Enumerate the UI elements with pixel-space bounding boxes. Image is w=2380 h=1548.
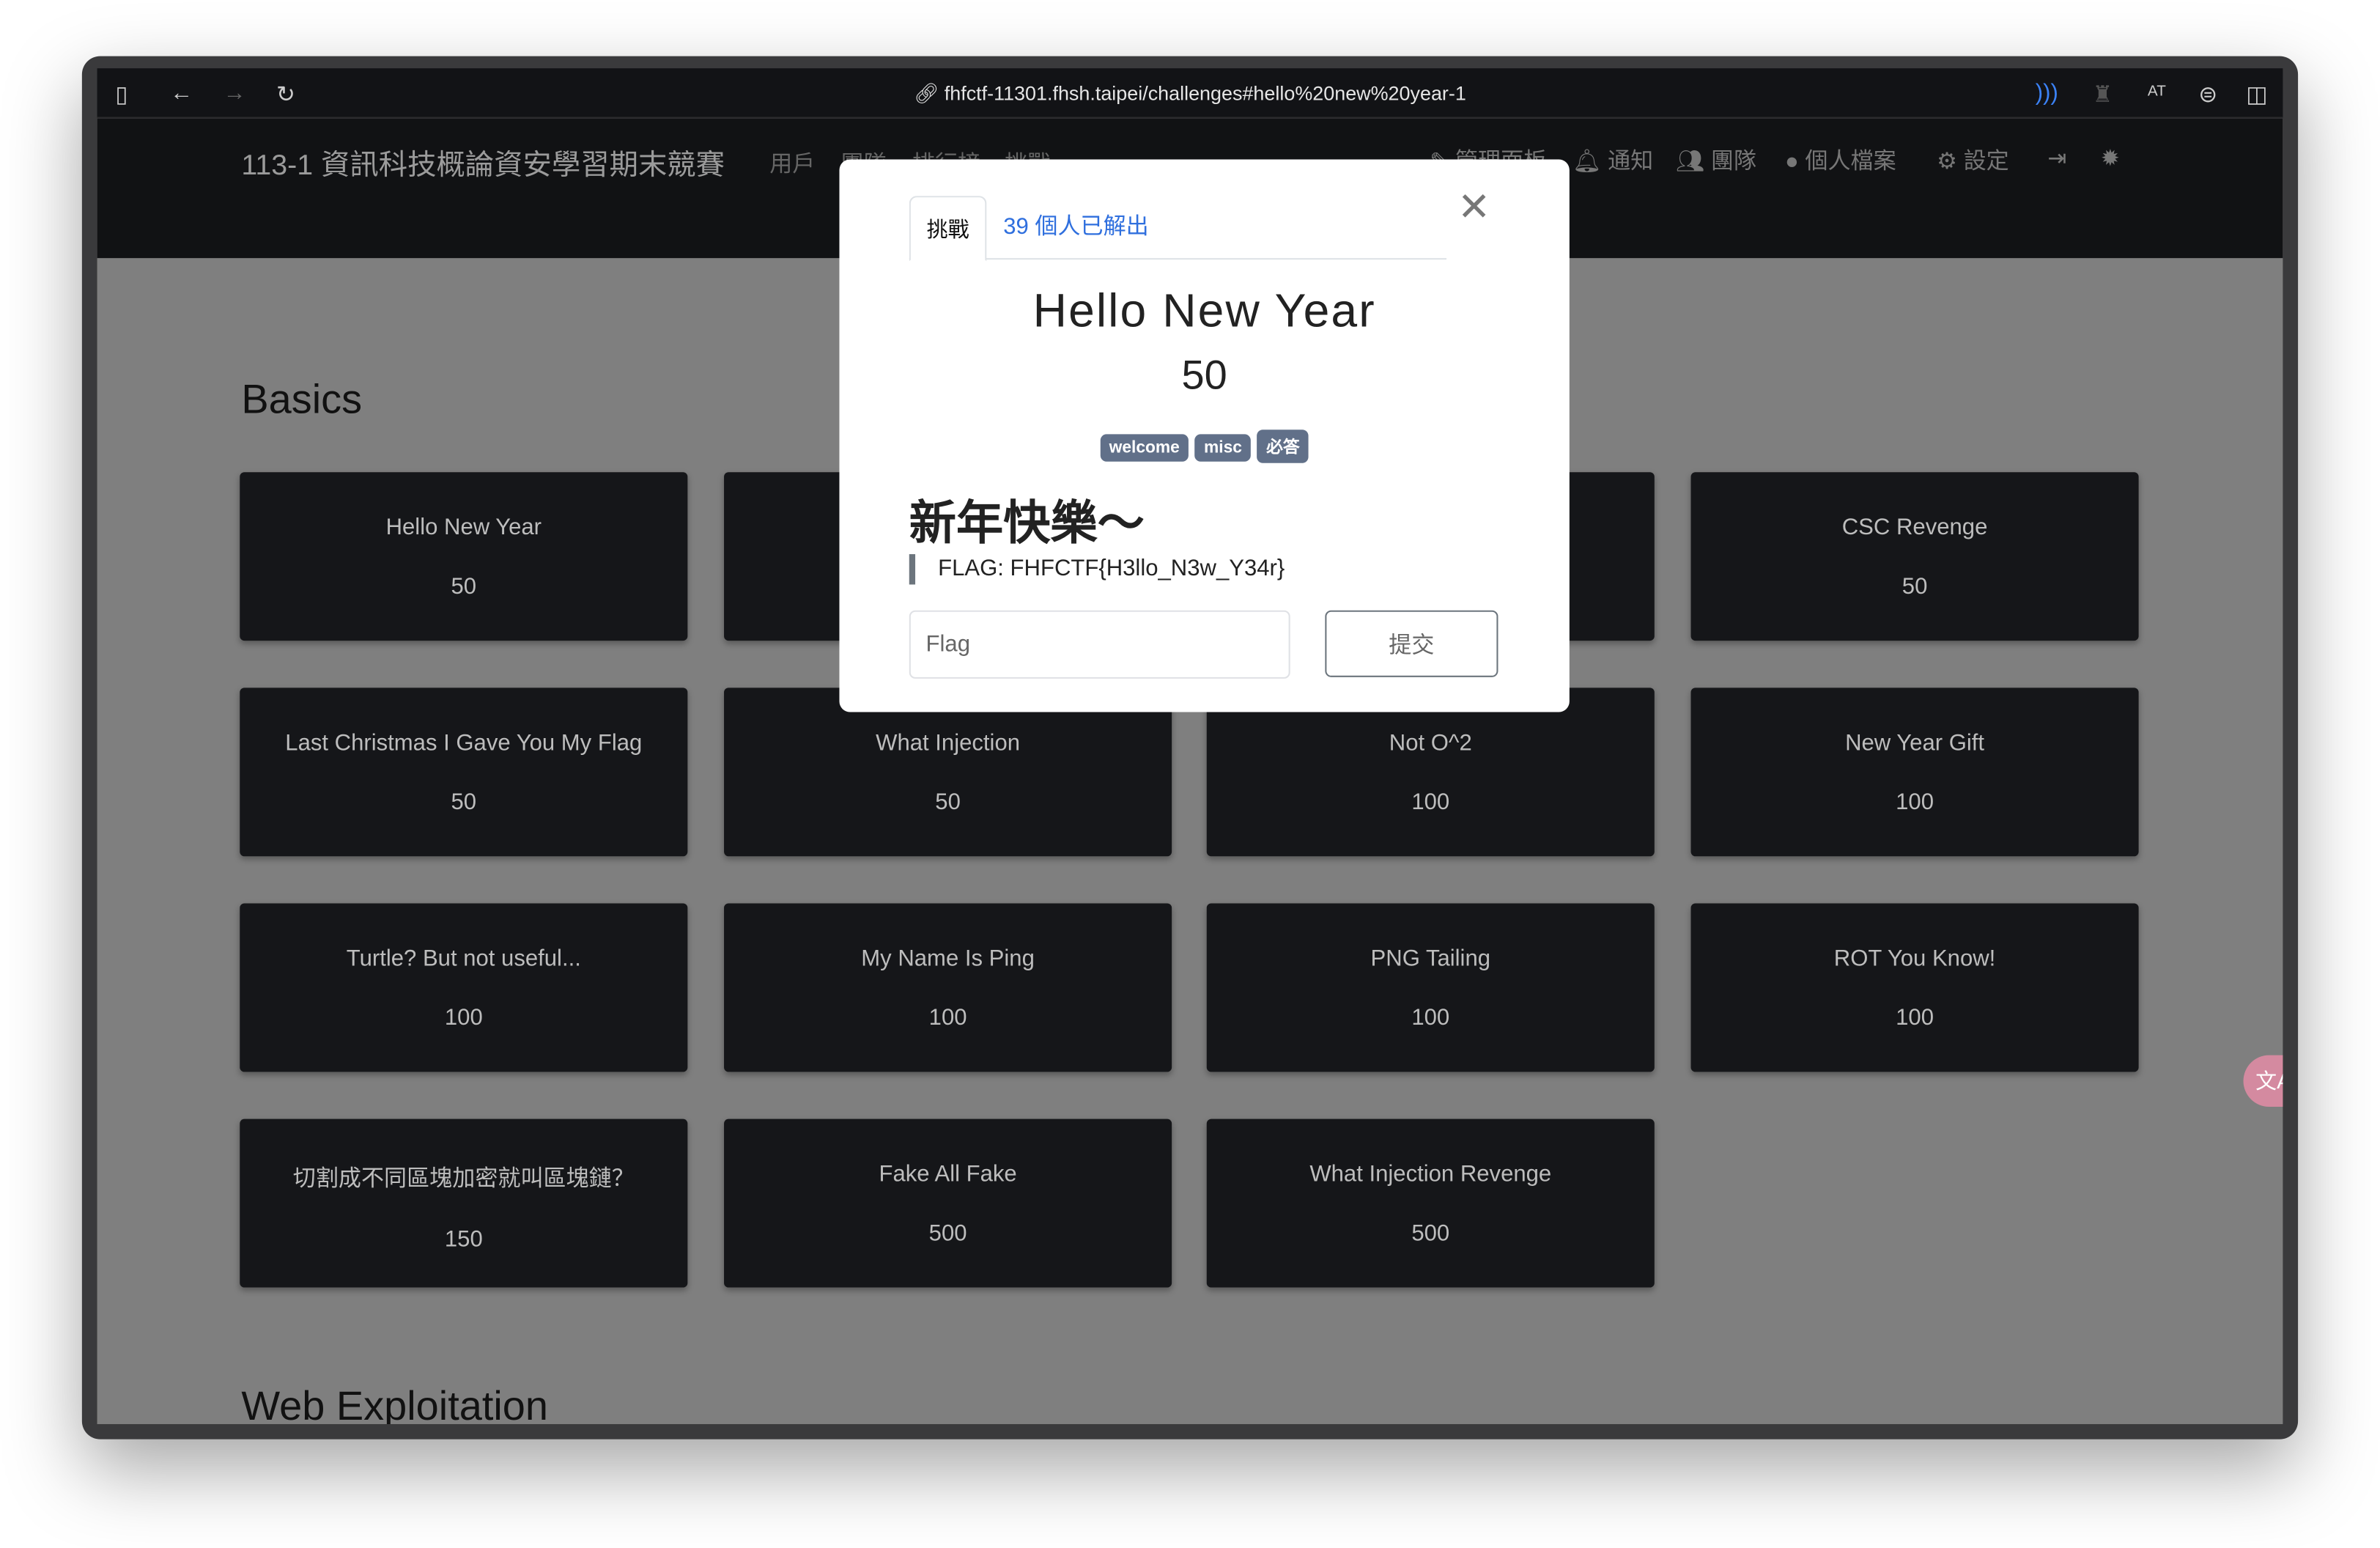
card-points: 500 [928,1220,967,1247]
tag-badge: misc [1194,434,1252,462]
card-title: Not O^2 [1389,730,1472,756]
card-points: 50 [1902,573,1928,600]
brand[interactable]: 113-1 資訊科技概論資安學習期末競賽 [241,143,725,184]
challenge-card[interactable]: Last Christmas I Gave You My Flag 50 [240,688,688,857]
flag-input[interactable] [909,610,1290,679]
browser-toolbar: ▯ ← → ↻ 🔗︎ fhfctf-11301.fhsh.taipei/chal… [97,68,2283,119]
modal-tabs: 挑戰 39 個人已解出 [909,196,1447,262]
user-circle-icon: ● [1784,148,1799,175]
card-points: 50 [451,789,477,816]
challenge-card[interactable]: What Injection Revenge 500 [1206,1118,1655,1288]
card-points: 100 [1411,1005,1450,1031]
nav-team[interactable]: 👥︎ 團隊 [1676,144,1756,176]
theme-icon[interactable]: ✹ [2101,144,2120,172]
nav-settings-label: 設定 [1963,148,2009,175]
card-title: PNG Tailing [1370,946,1491,972]
card-points: 100 [1896,789,1934,816]
card-title: My Name Is Ping [861,946,1035,972]
address-bar[interactable]: 🔗︎ fhfctf-11301.fhsh.taipei/challenges#h… [97,82,2283,106]
challenge-card[interactable]: Not O^2 100 [1206,688,1655,857]
nav-profile-label: 個人檔案 [1805,148,1896,175]
nav-profile[interactable]: ● 個人檔案 [1785,144,1896,176]
card-title: Fake All Fake [879,1161,1017,1187]
card-title: 切割成不同區塊加密就叫區塊鏈？ [292,1165,635,1193]
nav-users[interactable]: 用戶 [769,147,815,179]
tab-solves[interactable]: 39 個人已解出 [1003,196,1149,259]
challenge-card[interactable]: PNG Tailing 100 [1206,903,1655,1072]
card-title: Last Christmas I Gave You My Flag [285,730,643,756]
card-title: Hello New Year [385,515,542,541]
audio-icon[interactable]: ))) [2036,81,2058,106]
challenge-card[interactable]: 切割成不同區塊加密就叫區塊鏈？ 150 [240,1118,688,1288]
card-title: New Year Gift [1845,730,1985,756]
challenge-card[interactable]: ROT You Know! 100 [1690,903,2139,1072]
close-icon[interactable]: ✕ [1457,184,1490,231]
card-points: 100 [1411,789,1450,816]
card-points: 100 [928,1005,967,1031]
challenge-title: Hello New Year [1032,284,1376,337]
browser-window: ▯ ← → ↻ 🔗︎ fhfctf-11301.fhsh.taipei/chal… [81,56,2299,1440]
nav-team-label: 團隊 [1710,148,1757,175]
submit-button[interactable]: 提交 [1325,610,1498,677]
card-points: 50 [935,789,961,816]
card-points: 500 [1411,1220,1450,1247]
challenge-card[interactable]: My Name Is Ping 100 [724,903,1172,1072]
card-points: 100 [444,1005,483,1031]
tag-badge: welcome [1100,434,1189,462]
card-title: What Injection [876,730,1021,756]
card-points: 100 [1896,1005,1934,1031]
challenge-card[interactable]: Fake All Fake 500 [724,1118,1172,1288]
challenge-card[interactable]: New Year Gift 100 [1690,688,2139,857]
challenge-modal: 挑戰 39 個人已解出 ✕ Hello New Year 50 welcome … [839,159,1570,712]
users-icon: 👥︎ [1675,148,1705,175]
challenge-card[interactable]: What Injection 50 [724,688,1172,857]
card-title: Turtle? But not useful... [346,946,581,972]
flag-quote: FLAG: FHFCTF{H3llo_N3w_Y34r} [909,554,1285,585]
extension-icon[interactable]: ♜ [2093,81,2113,108]
url-text: fhfctf-11301.fhsh.taipei/challenges#hell… [944,81,1466,105]
section-heading: Web Exploitation [241,1383,549,1424]
challenge-card[interactable]: CSC Revenge 50 [1690,472,2139,641]
tag-list: welcome misc 必答 [839,430,1569,463]
challenge-value: 50 [1181,352,1227,398]
bell-icon: 🔔︎ [1572,148,1602,175]
nav-notifications-label: 通知 [1608,148,1654,175]
nav-notifications[interactable]: 🔔︎ 通知 [1572,144,1653,176]
card-title: ROT You Know! [1833,946,1996,972]
challenge-card[interactable]: Hello New Year 50 [240,472,688,641]
translate-button[interactable]: 文A [2243,1055,2283,1107]
extension-icon-2[interactable]: AT [2148,84,2166,100]
nav-settings[interactable]: ⚙ 設定 [1937,144,2009,176]
description-heading: 新年快樂～ [909,496,1145,550]
tab-challenge[interactable]: 挑戰 [909,196,987,262]
page: 113-1 資訊科技概論資安學習期末競賽 用戶 團隊 排行榜 挑戰 ✎ 管理面板… [97,118,2283,1424]
card-points: 150 [444,1226,483,1253]
link-icon: 🔗︎ [914,81,945,105]
tag-badge: 必答 [1257,430,1309,463]
card-title: CSC Revenge [1841,515,1988,541]
card-points: 50 [451,573,477,600]
cogs-icon: ⚙ [1937,148,1957,175]
logout-icon[interactable]: ⇥ [2047,144,2066,172]
card-title: What Injection Revenge [1309,1161,1552,1187]
extension-icon-3[interactable]: ⊜ [2198,81,2217,108]
section-heading: Basics [241,376,363,422]
challenge-card[interactable]: Turtle? But not useful... 100 [240,903,688,1072]
split-view-icon[interactable]: ◫ [2246,81,2267,108]
